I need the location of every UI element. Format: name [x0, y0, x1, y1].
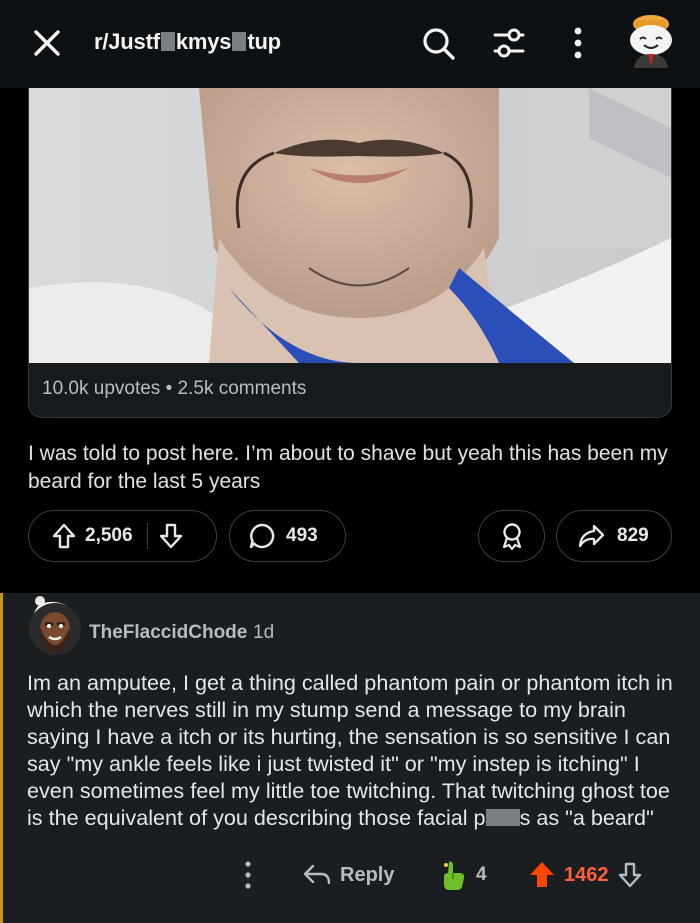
comment-more-icon[interactable]	[238, 859, 258, 891]
post-image[interactable]	[29, 88, 671, 363]
censor-block	[160, 32, 175, 51]
user-avatar-icon[interactable]	[622, 10, 680, 68]
vote-bar: 2,506	[28, 510, 217, 562]
downvote-icon[interactable]	[158, 522, 184, 550]
post-score: 2,506	[85, 525, 133, 546]
comment-bubble-icon	[248, 522, 276, 550]
upvote-icon[interactable]	[51, 522, 77, 550]
comments-button[interactable]: 493	[229, 510, 346, 562]
comment-downvote-icon[interactable]	[617, 861, 643, 889]
subreddit-name-part-2: kmys	[175, 29, 232, 54]
comment-count: 493	[286, 525, 318, 546]
section-divider	[0, 577, 700, 593]
comment-text-part-2: s as "a beard"	[519, 805, 654, 830]
subreddit-name[interactable]: r/Justf kmys tup	[94, 29, 281, 55]
subreddit-name-part-1: r/Justf	[94, 29, 160, 54]
censor-block	[485, 809, 520, 826]
commenter-avatar-icon[interactable]	[26, 593, 82, 661]
award-button[interactable]	[478, 510, 545, 562]
award-icon	[499, 522, 525, 550]
censor-block	[232, 32, 247, 51]
share-button[interactable]: 829	[556, 510, 672, 562]
reply-button[interactable]: Reply	[302, 859, 394, 891]
share-icon	[577, 523, 605, 549]
vote-divider	[146, 523, 148, 549]
comment-award[interactable]: 4	[440, 857, 487, 893]
upvotes-count: 10.0k upvotes	[42, 378, 161, 399]
filter-icon[interactable]	[492, 25, 526, 61]
subreddit-name-part-3: tup	[247, 29, 281, 54]
share-count: 829	[617, 525, 649, 546]
close-icon[interactable]	[30, 26, 64, 60]
comment-actions: Reply 4 1462	[0, 853, 700, 897]
comment-card: TheFlaccidChode 1d Im an amputee, I get …	[0, 593, 700, 923]
reply-label: Reply	[340, 863, 395, 886]
more-options-icon[interactable]	[566, 26, 590, 60]
comments-count: 2.5k comments	[177, 378, 307, 399]
post-stats: 10.0k upvotes • 2.5k comments	[42, 378, 306, 400]
comment-timestamp: 1d	[253, 622, 275, 643]
comment-score: 1462	[564, 863, 609, 886]
comment-vote-bar: 1462	[528, 857, 643, 893]
green-hand-award-icon	[440, 859, 468, 891]
post-body: I was told to post here. I’m about to sh…	[28, 442, 668, 493]
search-icon[interactable]	[420, 25, 456, 61]
reply-arrow-icon	[302, 863, 332, 887]
comment-author[interactable]: TheFlaccidChode	[89, 622, 247, 644]
post-media-card[interactable]: 10.0k upvotes • 2.5k comments	[28, 88, 672, 418]
top-bar: r/Justf kmys tup	[0, 0, 700, 88]
stats-separator: •	[165, 378, 173, 399]
award-count: 4	[476, 864, 487, 885]
comment-body: Im an amputee, I get a thing called phan…	[27, 669, 677, 831]
upvoted-icon[interactable]	[528, 860, 556, 890]
